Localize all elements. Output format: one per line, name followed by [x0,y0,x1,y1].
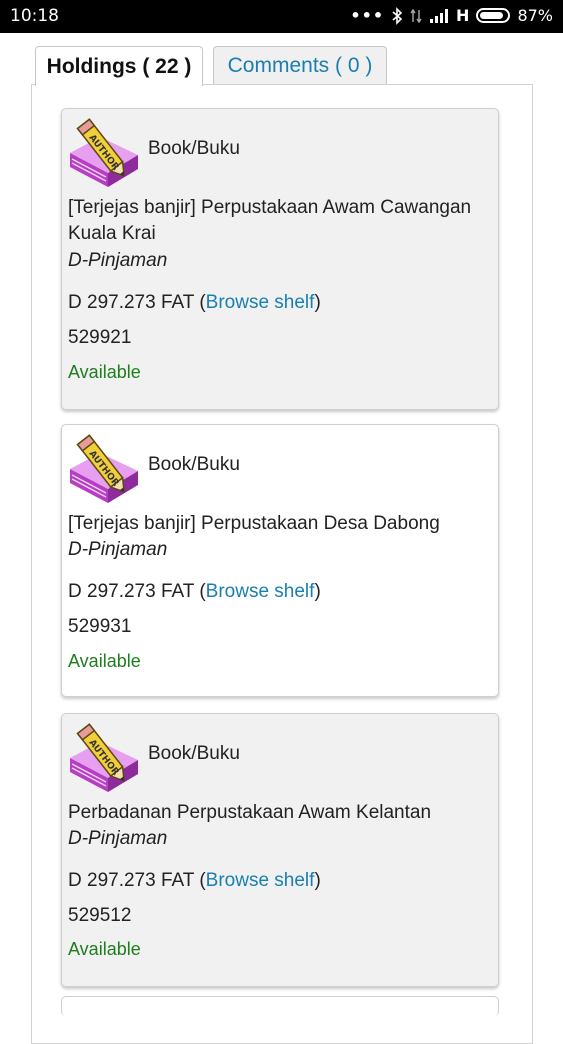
holding-card: AUTHOR Book/Buku [Terjejas banjir] Perpu… [61,424,499,697]
tab-holdings[interactable]: Holdings ( 22 ) [35,46,203,86]
holding-library: [Terjejas banjir] Perpustakaan Desa Dabo… [68,513,440,534]
holding-card: AUTHOR Book/Buku [Terjejas banjir] Perpu… [61,108,499,410]
browse-shelf-link[interactable]: Browse shelf [206,581,315,602]
item-type: AUTHOR Book/Buku [66,720,240,798]
battery-icon [476,8,511,23]
browse-shelf-link[interactable]: Browse shelf [206,292,315,313]
item-type: AUTHOR Book/Buku [66,431,240,509]
page-content: Holdings ( 22 ) Comments ( 0 ) AUTHOR Bo… [0,33,563,1044]
holding-location: D-Pinjaman [68,250,168,271]
tab-comments[interactable]: Comments ( 0 ) [213,46,387,84]
browse-shelf-link[interactable]: Browse shelf [206,870,315,891]
tab-comments-label: Comments ( 0 ) [227,53,373,77]
bluetooth-icon [392,6,403,25]
call-number-text: D 297.273 FAT [68,581,195,602]
item-type: AUTHOR Book/Buku [66,115,240,193]
holding-barcode: 529931 [68,616,132,637]
call-number-text: D 297.273 FAT [68,292,195,313]
signal-icon [429,8,449,24]
book-author-pencil-icon: AUTHOR [70,723,138,792]
data-transfer-icon [410,8,422,23]
book-author-pencil-icon: AUTHOR [70,118,138,187]
book-author-pencil-icon: AUTHOR [70,434,138,503]
holding-card: AUTHOR Book/Buku Perbadanan Perpustakaan… [61,713,499,987]
status-icons: ••• H 87% [350,6,553,25]
holding-location: D-Pinjaman [68,539,168,560]
more-notifications-icon: ••• [350,6,385,25]
holding-call-number: D 297.273 FAT (Browse shelf) [68,870,321,891]
status-bar: 10:18 ••• H 87% [0,0,563,33]
holding-call-number: D 297.273 FAT (Browse shelf) [68,292,321,313]
holding-status: Available [68,651,141,671]
holding-card-partial [61,996,499,1016]
call-number-text: D 297.273 FAT [68,870,195,891]
battery-level: 87% [517,6,553,25]
item-type-label: Book/Buku [148,454,240,475]
item-type-label: Book/Buku [148,138,240,159]
holding-barcode: 529512 [68,905,132,926]
holding-library: [Terjejas banjir] Perpustakaan Awam Cawa… [68,197,472,244]
holding-library: Perbadanan Perpustakaan Awam Kelantan [68,802,432,823]
status-time: 10:18 [10,6,59,26]
holding-barcode: 529921 [68,327,132,348]
network-type: H [456,6,470,25]
holding-call-number: D 297.273 FAT (Browse shelf) [68,581,321,602]
holding-status: Available [68,939,141,959]
holding-location: D-Pinjaman [68,828,168,849]
item-type-label: Book/Buku [148,743,240,764]
holding-status: Available [68,362,141,382]
tab-holdings-label: Holdings ( 22 ) [46,54,192,78]
